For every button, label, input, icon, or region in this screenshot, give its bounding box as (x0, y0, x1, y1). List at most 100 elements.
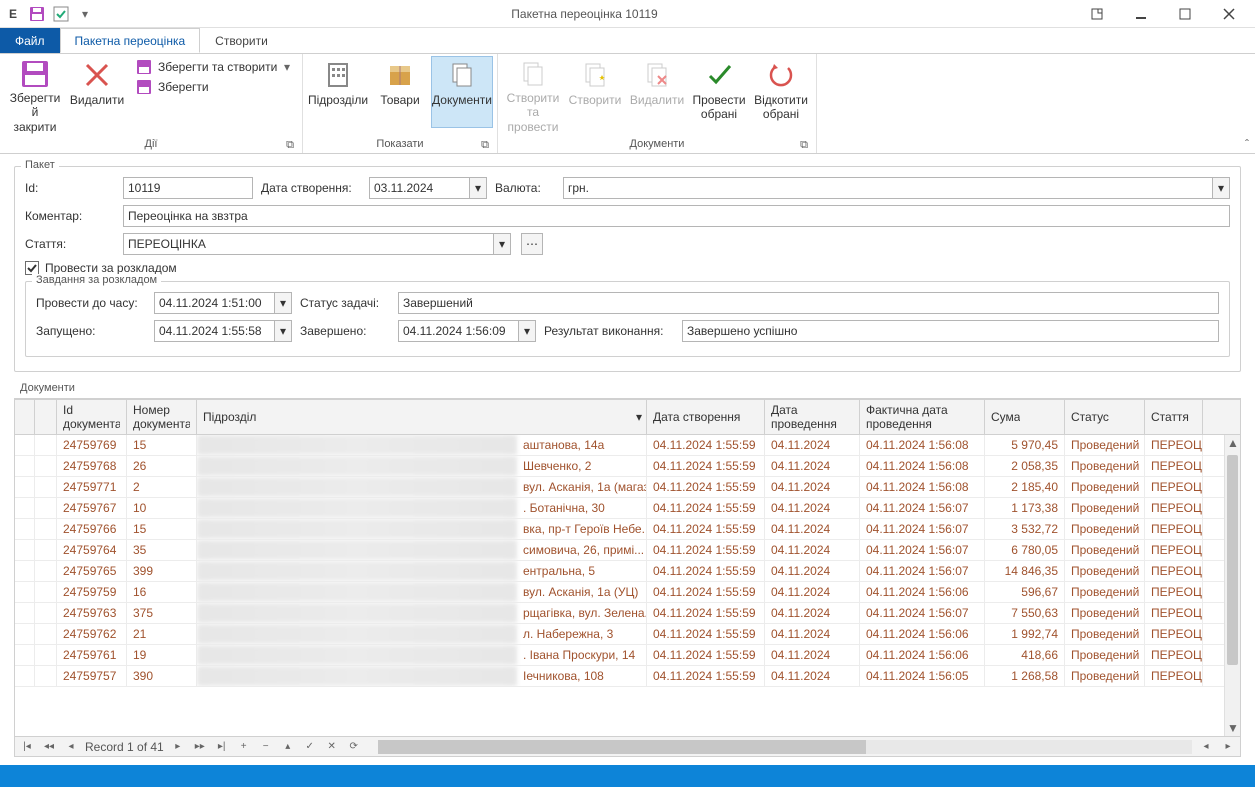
row-selector-header[interactable] (15, 400, 35, 434)
col-id[interactable]: Id документа (57, 400, 127, 434)
close-button[interactable] (1207, 0, 1251, 28)
comment-field[interactable]: Переоцінка на звзтра (123, 205, 1230, 227)
save-close-button[interactable]: Зберегти й закрити (4, 56, 66, 128)
row-selector[interactable] (15, 666, 35, 686)
goods-button[interactable]: Товари (369, 56, 431, 128)
run-until-field[interactable]: 04.11.2024 1:51:00▾ (154, 292, 292, 314)
nav-prev[interactable]: ◂ (63, 739, 79, 755)
finished-field[interactable]: 04.11.2024 1:56:09▾ (398, 320, 536, 342)
scrollbar-thumb[interactable] (1227, 455, 1238, 665)
row-selector[interactable] (15, 456, 35, 476)
scroll-down-icon[interactable]: ▼ (1225, 720, 1240, 736)
table-row[interactable]: 2475976710. Ботанічна, 3004.11.2024 1:55… (15, 498, 1240, 519)
table-row[interactable]: 247597712вул. Асканія, 1а (магаз...04.11… (15, 477, 1240, 498)
chevron-down-icon[interactable]: ▾ (274, 320, 292, 342)
col-sum[interactable]: Сума (985, 400, 1065, 434)
row-selector[interactable] (15, 624, 35, 644)
chevron-down-icon[interactable]: ▾ (493, 233, 511, 255)
qat-save-as-icon[interactable] (52, 5, 70, 23)
col-fact-date[interactable]: Фактична дата проведення (860, 400, 985, 434)
chevron-down-icon[interactable]: ▾ (469, 177, 487, 199)
nav-last[interactable]: ▸| (214, 739, 230, 755)
rollback-selected-button[interactable]: Відкотити обрані (750, 56, 812, 128)
table-row[interactable]: 24759763375рщагівка, вул. Зелена...04.11… (15, 603, 1240, 624)
table-row[interactable]: 24759765399ентральна, 504.11.2024 1:55:5… (15, 561, 1240, 582)
row-selector[interactable] (15, 519, 35, 539)
table-row[interactable]: 2475976826Шевченко, 204.11.2024 1:55:590… (15, 456, 1240, 477)
horizontal-scrollbar[interactable] (378, 740, 1192, 754)
minimize-button[interactable] (1119, 0, 1163, 28)
tab-create[interactable]: Створити (200, 28, 283, 53)
ribbon-collapse-icon[interactable]: ˆ (1245, 137, 1249, 151)
nav-first[interactable]: |◂ (19, 739, 35, 755)
hscroll-left-icon[interactable]: ◂ (1198, 739, 1214, 755)
table-row[interactable]: 2475976615вка, пр-т Героїв Небе...04.11.… (15, 519, 1240, 540)
row-selector[interactable] (15, 561, 35, 581)
grid-body[interactable]: ▲ ▼ 2475976915аштанова, 14а04.11.2024 1:… (15, 435, 1240, 736)
hscroll-right-icon[interactable]: ▸ (1220, 739, 1236, 755)
row-selector[interactable] (15, 645, 35, 665)
create-run-button[interactable]: Створити та провести (502, 56, 564, 128)
nav-end-edit[interactable]: ✓ (302, 739, 318, 755)
col-article[interactable]: Стаття (1145, 400, 1203, 434)
table-row[interactable]: 2475976915аштанова, 14а04.11.2024 1:55:5… (15, 435, 1240, 456)
run-by-schedule-checkbox[interactable]: Провести за розкладом (25, 261, 1230, 275)
chevron-down-icon[interactable]: ▾ (518, 320, 536, 342)
nav-add[interactable]: + (236, 739, 252, 755)
tab-file[interactable]: Файл (0, 28, 60, 53)
table-row[interactable]: 2475976435симовича, 26, примі...04.11.20… (15, 540, 1240, 561)
nav-next[interactable]: ▸ (170, 739, 186, 755)
currency-field[interactable]: грн.▾ (563, 177, 1230, 199)
nav-remove[interactable]: − (258, 739, 274, 755)
tab-main[interactable]: Пакетна переоцінка (60, 28, 201, 53)
nav-refresh[interactable]: ⟳ (346, 739, 362, 755)
qat-save-icon[interactable] (28, 5, 46, 23)
row-indicator-header[interactable] (35, 400, 57, 434)
chevron-down-icon[interactable]: ▾ (1212, 177, 1230, 199)
qat-dropdown-icon[interactable]: ▾ (76, 5, 94, 23)
nav-edit[interactable]: ▴ (280, 739, 296, 755)
hscrollbar-thumb[interactable] (378, 740, 867, 754)
delete-button[interactable]: Видалити (66, 56, 128, 128)
dialog-launcher-icon[interactable]: ⧉ (284, 139, 296, 151)
row-selector[interactable] (15, 582, 35, 602)
table-row[interactable]: 2475976119. Івана Проскури, 1404.11.2024… (15, 645, 1240, 666)
col-date-run[interactable]: Дата проведення (765, 400, 860, 434)
row-selector[interactable] (15, 603, 35, 623)
run-selected-button[interactable]: Провести обрані (688, 56, 750, 128)
table-row[interactable]: 24759757390Іечникова, 10804.11.2024 1:55… (15, 666, 1240, 687)
documents-button[interactable]: Документи (431, 56, 493, 128)
divisions-button[interactable]: Підрозділи (307, 56, 369, 128)
pin-button[interactable] (1075, 0, 1119, 28)
col-number[interactable]: Номер документа (127, 400, 197, 434)
row-selector[interactable] (15, 435, 35, 455)
vertical-scrollbar[interactable]: ▲ ▼ (1224, 435, 1240, 736)
save-and-create-button[interactable]: Зберегти та створити ▾ (134, 58, 292, 76)
table-row[interactable]: 2475975916вул. Асканія, 1а (УЦ)04.11.202… (15, 582, 1240, 603)
col-created[interactable]: Дата створення (647, 400, 765, 434)
col-status[interactable]: Статус (1065, 400, 1145, 434)
save-button[interactable]: Зберегти (134, 78, 292, 96)
table-row[interactable]: 2475976221л. Набережна, 304.11.2024 1:55… (15, 624, 1240, 645)
nav-cancel[interactable]: ✕ (324, 739, 340, 755)
quick-access-toolbar: E ▾ (4, 5, 94, 23)
delete-one-button[interactable]: Видалити (626, 56, 688, 128)
article-browse-button[interactable]: ⋯ (521, 233, 543, 255)
col-division[interactable]: Підрозділ▾ (197, 400, 647, 434)
row-selector[interactable] (15, 540, 35, 560)
date-field[interactable]: 03.11.2024▾ (369, 177, 487, 199)
id-field[interactable]: 10119 (123, 177, 253, 199)
maximize-button[interactable] (1163, 0, 1207, 28)
create-one-button[interactable]: Створити (564, 56, 626, 128)
dialog-launcher-icon[interactable]: ⧉ (798, 139, 810, 151)
filter-dropdown-icon[interactable]: ▾ (636, 410, 642, 424)
started-field[interactable]: 04.11.2024 1:55:58▾ (154, 320, 292, 342)
scroll-up-icon[interactable]: ▲ (1225, 435, 1240, 451)
nav-prev-page[interactable]: ◂◂ (41, 739, 57, 755)
nav-next-page[interactable]: ▸▸ (192, 739, 208, 755)
row-selector[interactable] (15, 477, 35, 497)
chevron-down-icon[interactable]: ▾ (274, 292, 292, 314)
article-field[interactable]: ПЕРЕОЦІНКА▾ (123, 233, 511, 255)
dialog-launcher-icon[interactable]: ⧉ (479, 139, 491, 151)
row-selector[interactable] (15, 498, 35, 518)
